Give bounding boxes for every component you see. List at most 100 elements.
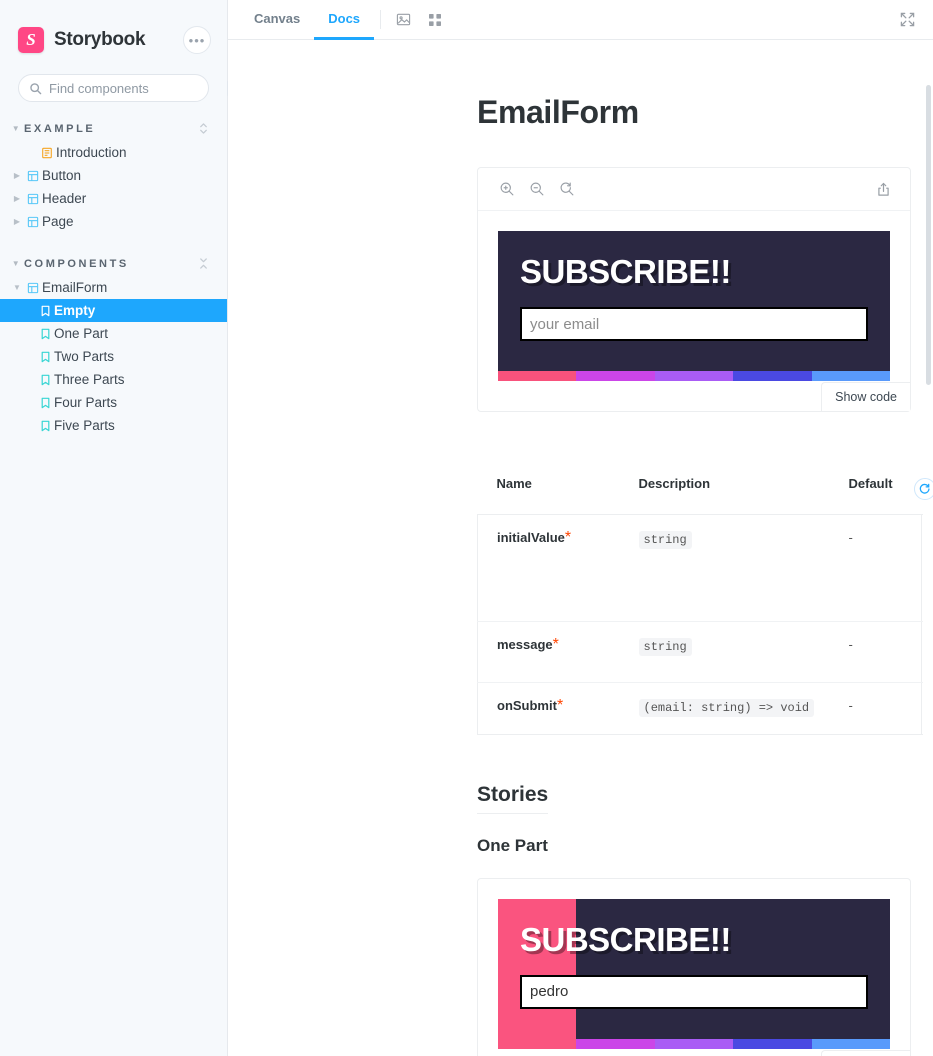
emailform-message: SUBSCRIBE!! (520, 920, 731, 958)
args-table-element: Name Description Default Control (477, 456, 933, 735)
color-bar-segment-5 (811, 371, 890, 381)
group-label: COMPONENTS (24, 257, 129, 270)
chevron-down-icon: ▼ (11, 259, 23, 268)
sidebar-item-label: Four Parts (54, 395, 118, 410)
sidebar-item-introduction[interactable]: Introduction (0, 141, 227, 164)
sidebar: S Storybook ••• / ▼ EXAMPLE (0, 0, 233, 1056)
storybook-logo-icon: S (18, 27, 44, 53)
preview-toolbar (478, 168, 910, 211)
storybook-app: S Storybook ••• / ▼ EXAMPLE (0, 0, 933, 1056)
sidebar-item-empty[interactable]: Empty (0, 299, 227, 322)
sidebar-header: S Storybook ••• (0, 16, 227, 60)
arg-type-chip: (email: string) => void (638, 698, 815, 717)
story-icon (36, 420, 54, 432)
component-icon (24, 282, 42, 294)
email-input[interactable] (520, 307, 868, 341)
sidebar-item-button[interactable]: ▶ Button (0, 164, 227, 187)
arg-default-value: - (848, 636, 853, 652)
color-bar-segment-3 (654, 371, 734, 381)
sidebar-item-two-parts[interactable]: Two Parts (0, 345, 227, 368)
main-panel: Canvas Docs EmailForm SUBSCRIBE!! your e… (228, 0, 933, 1056)
arg-default-cell: - (830, 621, 922, 682)
page-scrollbar[interactable] (925, 81, 932, 1056)
emailform-message: SUBSCRIBE!! (520, 253, 731, 290)
sidebar-item-five-parts[interactable]: Five Parts (0, 414, 227, 437)
sidebar-item-one-part[interactable]: One Part (0, 322, 227, 345)
story-preview-one-part: SUBSCRIBE!! Show code (477, 877, 911, 1056)
column-header-description: Description (619, 456, 830, 515)
docs-scroll-area[interactable]: EmailForm SUBSCRIBE!! your email Show co… (228, 40, 933, 1056)
arg-description-cell: string (620, 621, 830, 682)
color-bar-segment-5 (811, 1038, 890, 1049)
sidebar-item-four-parts[interactable]: Four Parts (0, 391, 227, 414)
required-marker: * (556, 696, 564, 714)
email-input[interactable] (520, 974, 868, 1009)
story-icon (36, 328, 54, 340)
group-header-example[interactable]: ▼ EXAMPLE (0, 116, 227, 141)
chevron-right-icon[interactable]: ▶ (10, 217, 24, 226)
sidebar-item-label: Five Parts (54, 418, 115, 433)
search-icon (29, 82, 42, 95)
grid-view-icon[interactable] (419, 0, 451, 39)
emailform-content: SUBSCRIBE!! (498, 231, 890, 341)
story-icon (36, 305, 54, 317)
image-snapshot-icon[interactable] (387, 0, 419, 39)
required-marker: * (564, 529, 572, 546)
sidebar-item-emailform[interactable]: ▼ EmailForm (0, 276, 227, 299)
share-icon[interactable] (868, 174, 898, 204)
sidebar-item-page[interactable]: ▶ Page (0, 210, 227, 233)
zoom-in-icon[interactable] (492, 174, 522, 204)
docs-content: EmailForm SUBSCRIBE!! your email Show co… (228, 94, 933, 1056)
sidebar-item-label: Introduction (56, 145, 127, 160)
brand-title: Storybook (54, 29, 146, 50)
search-box[interactable]: / (18, 74, 233, 102)
sidebar-item-label: Empty (54, 303, 96, 318)
fullscreen-expand-icon[interactable] (891, 12, 923, 27)
emailform-content: SUBSCRIBE!! (498, 899, 890, 1009)
sidebar-item-label: EmailForm (42, 280, 108, 295)
sidebar-item-label: Three Parts (54, 372, 125, 387)
page-scrollbar-thumb[interactable] (926, 85, 931, 385)
color-bar-segment-2 (576, 1038, 655, 1049)
zoom-reset-icon[interactable] (552, 174, 582, 204)
ellipsis-icon[interactable]: ••• (183, 26, 211, 54)
show-code-button[interactable]: Show code (821, 1049, 910, 1056)
arg-name-cell: initialValue* (478, 515, 620, 622)
chevron-right-icon[interactable]: ▶ (10, 171, 24, 180)
arg-description-cell: string (620, 515, 830, 622)
color-bar-segment-2 (576, 371, 655, 381)
search-input[interactable] (42, 79, 227, 97)
column-header-name: Name (477, 456, 620, 515)
color-bar-segment-1 (498, 371, 577, 381)
color-bar-segment-4 (733, 1038, 812, 1049)
group-label: EXAMPLE (24, 122, 96, 135)
preview-body: SUBSCRIBE!! (478, 879, 910, 1056)
chevron-down-icon[interactable]: ▼ (10, 283, 24, 292)
group-header-components[interactable]: ▼ COMPONENTS (0, 251, 227, 276)
sidebar-item-header[interactable]: ▶ Header (0, 187, 227, 210)
tab-docs[interactable]: Docs (314, 0, 375, 40)
primary-story-preview: SUBSCRIBE!! Show code (477, 167, 911, 412)
color-bar-segment-3 (654, 1038, 734, 1049)
preview-toolbar-right (868, 174, 898, 204)
sidebar-item-label: One Part (54, 326, 109, 341)
expand-all-icon[interactable] (198, 122, 209, 135)
arg-name-cell: onSubmit* (478, 682, 620, 734)
show-code-button[interactable]: Show code (821, 382, 910, 411)
story-icon (36, 351, 54, 363)
stories-heading: Stories (477, 783, 549, 814)
arg-type-chip: string (638, 637, 692, 656)
chevron-right-icon[interactable]: ▶ (10, 194, 24, 203)
component-icon (24, 216, 42, 228)
required-marker: * (552, 635, 559, 653)
zoom-out-icon[interactable] (522, 174, 552, 204)
tab-canvas[interactable]: Canvas (240, 0, 314, 40)
arg-default-cell: - (830, 515, 922, 622)
sidebar-item-three-parts[interactable]: Three Parts (0, 368, 227, 391)
collapse-all-icon[interactable] (198, 257, 209, 270)
story-icon (36, 397, 54, 409)
preview-tabs-toolbar: Canvas Docs (228, 0, 933, 40)
document-icon (38, 147, 56, 159)
story-heading-one-part: One Part (477, 835, 548, 855)
page-title: EmailForm (477, 94, 639, 130)
